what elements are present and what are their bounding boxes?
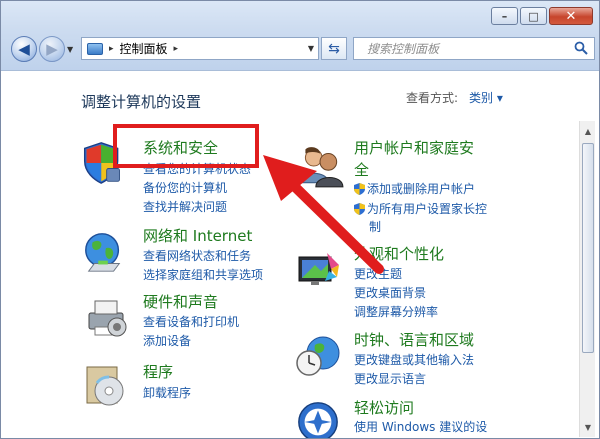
breadcrumb-control-panel[interactable]: 控制面板 (120, 40, 168, 57)
search-box[interactable]: 搜索控制面板 (353, 37, 595, 60)
category-title-user-accounts-line2[interactable]: 全 (354, 159, 369, 180)
link-homegroup-sharing[interactable]: 选择家庭组和共享选项 (143, 266, 263, 283)
breadcrumb-separator-trailing[interactable]: ▸ (174, 44, 179, 54)
navigation-bar: ◀ ▶ ▼ ▸ 控制面板 ▸ ▼ ⇆ 搜索控制面板 (9, 34, 595, 62)
minimize-icon: – (501, 9, 508, 23)
back-button[interactable]: ◀ (11, 36, 37, 62)
address-dropdown-icon[interactable]: ▼ (308, 44, 314, 53)
arrow-left-icon: ◀ (18, 40, 30, 58)
control-panel-window: – □ ✕ ◀ ▶ ▼ ▸ 控制面板 ▸ ▼ ⇆ 搜索控制面板 调整计算机的设置… (0, 0, 600, 439)
caption-buttons: – □ ✕ (489, 7, 593, 25)
category-title-appearance[interactable]: 外观和个性化 (354, 243, 444, 264)
scroll-up-icon[interactable]: ▲ (580, 123, 596, 139)
category-title-ease-of-access[interactable]: 轻松访问 (354, 397, 414, 418)
link-troubleshoot[interactable]: 查找并解决问题 (143, 198, 227, 215)
link-parental-controls-label[interactable]: 为所有用户设置家长控 (367, 202, 487, 216)
globe-network-icon (85, 233, 121, 272)
maximize-icon: □ (528, 9, 539, 23)
link-network-status[interactable]: 查看网络状态和任务 (143, 247, 251, 264)
programs-icon (86, 366, 124, 406)
scroll-down-icon[interactable]: ▼ (580, 419, 596, 435)
link-add-device[interactable]: 添加设备 (143, 332, 191, 349)
link-uninstall-program[interactable]: 卸载程序 (143, 384, 191, 401)
link-devices-printers[interactable]: 查看设备和打印机 (143, 313, 239, 330)
link-add-remove-user[interactable]: 添加或删除用户帐户 (354, 180, 475, 197)
refresh-icon: ⇆ (328, 40, 340, 57)
forward-button[interactable]: ▶ (39, 36, 65, 62)
uac-shield-icon (354, 203, 365, 215)
address-bar[interactable]: ▸ 控制面板 ▸ ▼ (81, 37, 319, 60)
window-top-bar: – □ ✕ ◀ ▶ ▼ ▸ 控制面板 ▸ ▼ ⇆ 搜索控制面板 (1, 1, 599, 71)
category-title-user-accounts[interactable]: 用户帐户和家庭安 (354, 137, 474, 158)
refresh-button[interactable]: ⇆ (321, 37, 347, 60)
annotation-highlight-box (113, 124, 259, 168)
arrow-right-icon: ▶ (46, 40, 58, 58)
vertical-scrollbar[interactable]: ▲ ▼ (579, 121, 595, 437)
link-change-keyboard[interactable]: 更改键盘或其他输入法 (354, 351, 474, 368)
close-button[interactable]: ✕ (549, 7, 593, 25)
link-change-background[interactable]: 更改桌面背景 (354, 284, 426, 301)
link-parental-controls[interactable]: 为所有用户设置家长控 (354, 200, 487, 217)
breadcrumb-separator[interactable]: ▸ (109, 44, 114, 54)
control-panel-icon (87, 42, 103, 55)
link-parental-controls-wrap[interactable]: 制 (369, 218, 381, 235)
maximize-button[interactable]: □ (520, 7, 547, 25)
recent-pages-dropdown[interactable]: ▼ (67, 45, 73, 54)
uac-shield-icon (354, 183, 365, 195)
link-add-remove-user-label[interactable]: 添加或删除用户帐户 (367, 182, 475, 196)
link-screen-resolution[interactable]: 调整屏幕分辨率 (354, 303, 438, 320)
ease-of-access-icon (298, 402, 338, 438)
search-input[interactable]: 搜索控制面板 (367, 40, 439, 57)
printer-icon (88, 300, 127, 337)
category-title-programs[interactable]: 程序 (143, 361, 173, 382)
scrollbar-thumb[interactable] (582, 143, 594, 353)
link-change-display-language[interactable]: 更改显示语言 (354, 370, 426, 387)
users-icon (298, 147, 344, 188)
monitor-icon (298, 253, 339, 285)
minimize-button[interactable]: – (491, 7, 518, 25)
category-title-clock-language[interactable]: 时钟、语言和区域 (354, 329, 474, 350)
link-windows-suggest-settings[interactable]: 使用 Windows 建议的设 (354, 418, 487, 435)
link-backup-computer[interactable]: 备份您的计算机 (143, 179, 227, 196)
category-title-network-internet[interactable]: 网络和 Internet (143, 225, 252, 246)
link-change-theme[interactable]: 更改主题 (354, 265, 402, 282)
page-title: 调整计算机的设置 (81, 93, 202, 111)
close-icon: ✕ (565, 8, 577, 24)
view-by-dropdown[interactable]: 类别 ▾ (469, 89, 503, 106)
view-by-label: 查看方式: (406, 91, 459, 105)
clock-globe-icon (296, 336, 340, 376)
search-icon[interactable] (574, 41, 588, 55)
category-title-hardware-sound[interactable]: 硬件和声音 (143, 291, 218, 312)
